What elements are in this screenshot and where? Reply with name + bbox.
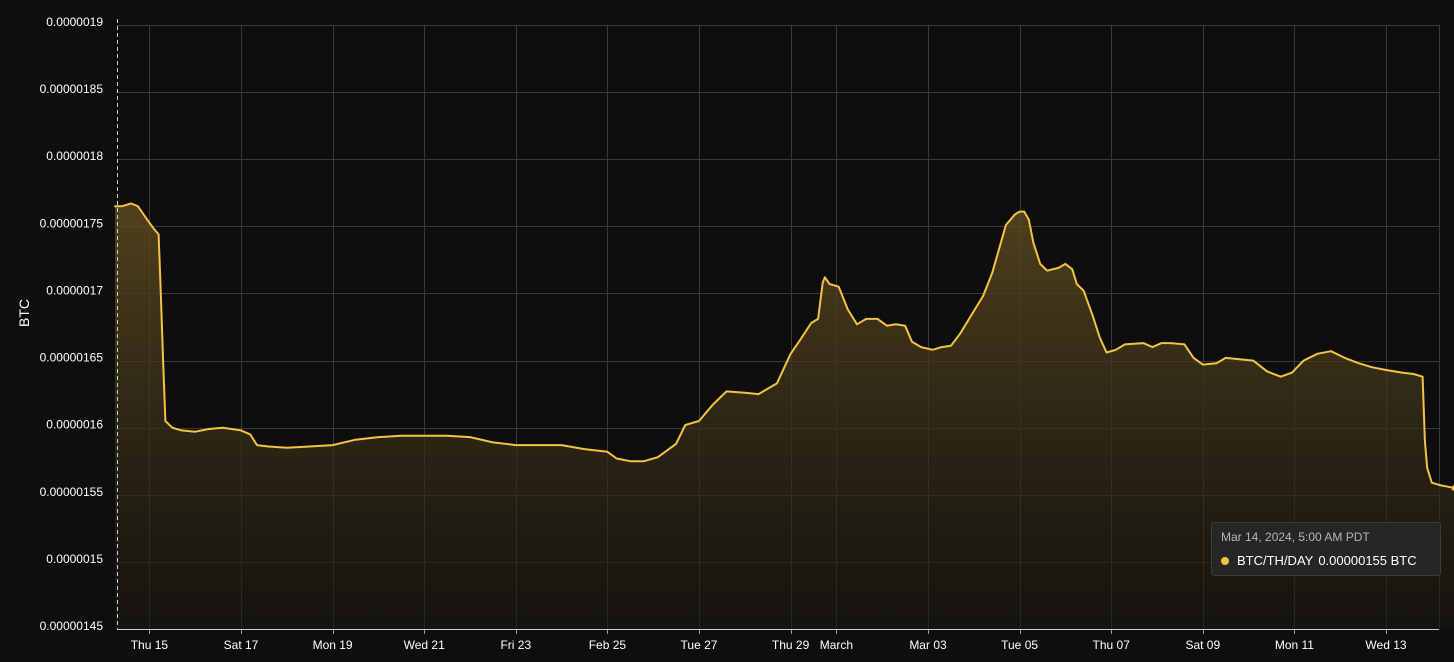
- y-tick-label: 0.00000165: [40, 351, 104, 365]
- x-tick-label: Mar 03: [909, 638, 947, 652]
- tooltip-series-row: BTC/TH/DAY 0.00000155 BTC: [1221, 553, 1431, 569]
- x-tick-label: Sat 17: [224, 638, 259, 652]
- y-axis-title: BTC: [16, 299, 32, 327]
- y-tick-label: 0.00000185: [40, 82, 104, 96]
- y-tick-label: 0.00000175: [40, 216, 104, 230]
- series-color-dot-icon: [1221, 557, 1229, 565]
- x-tick-label: Wed 13: [1365, 638, 1406, 652]
- x-tick-label: Tue 05: [1001, 638, 1038, 652]
- x-tick-label: Feb 25: [589, 638, 627, 652]
- y-tick-label: 0.0000016: [46, 418, 103, 432]
- y-tick-label: 0.0000015: [46, 552, 103, 566]
- x-tick-label: Tue 27: [681, 638, 718, 652]
- x-tick-label: Thu 15: [131, 638, 169, 652]
- x-tick-label: March: [820, 638, 853, 652]
- x-tick-label: Thu 07: [1093, 638, 1131, 652]
- y-tick-label: 0.0000018: [46, 149, 103, 163]
- x-tick-label: Thu 29: [772, 638, 810, 652]
- tooltip-series-value: 0.00000155 BTC: [1318, 553, 1417, 568]
- y-tick-label: 0.0000019: [46, 15, 103, 29]
- x-tick-label: Mon 11: [1275, 638, 1314, 652]
- x-tick-label: Fri 23: [500, 638, 531, 652]
- tooltip-series-name: BTC/TH/DAY: [1237, 553, 1314, 568]
- x-tick-label: Mon 19: [313, 638, 353, 652]
- y-tick-label: 0.00000145: [40, 619, 104, 633]
- x-tick-label: Sat 09: [1185, 638, 1220, 652]
- tooltip-timestamp: Mar 14, 2024, 5:00 AM PDT: [1221, 530, 1370, 544]
- hover-tooltip: Mar 14, 2024, 5:00 AM PDT BTC/TH/DAY 0.0…: [1211, 522, 1441, 576]
- x-tick-label: Wed 21: [404, 638, 445, 652]
- y-tick-label: 0.00000155: [40, 485, 104, 499]
- y-tick-label: 0.0000017: [46, 283, 103, 297]
